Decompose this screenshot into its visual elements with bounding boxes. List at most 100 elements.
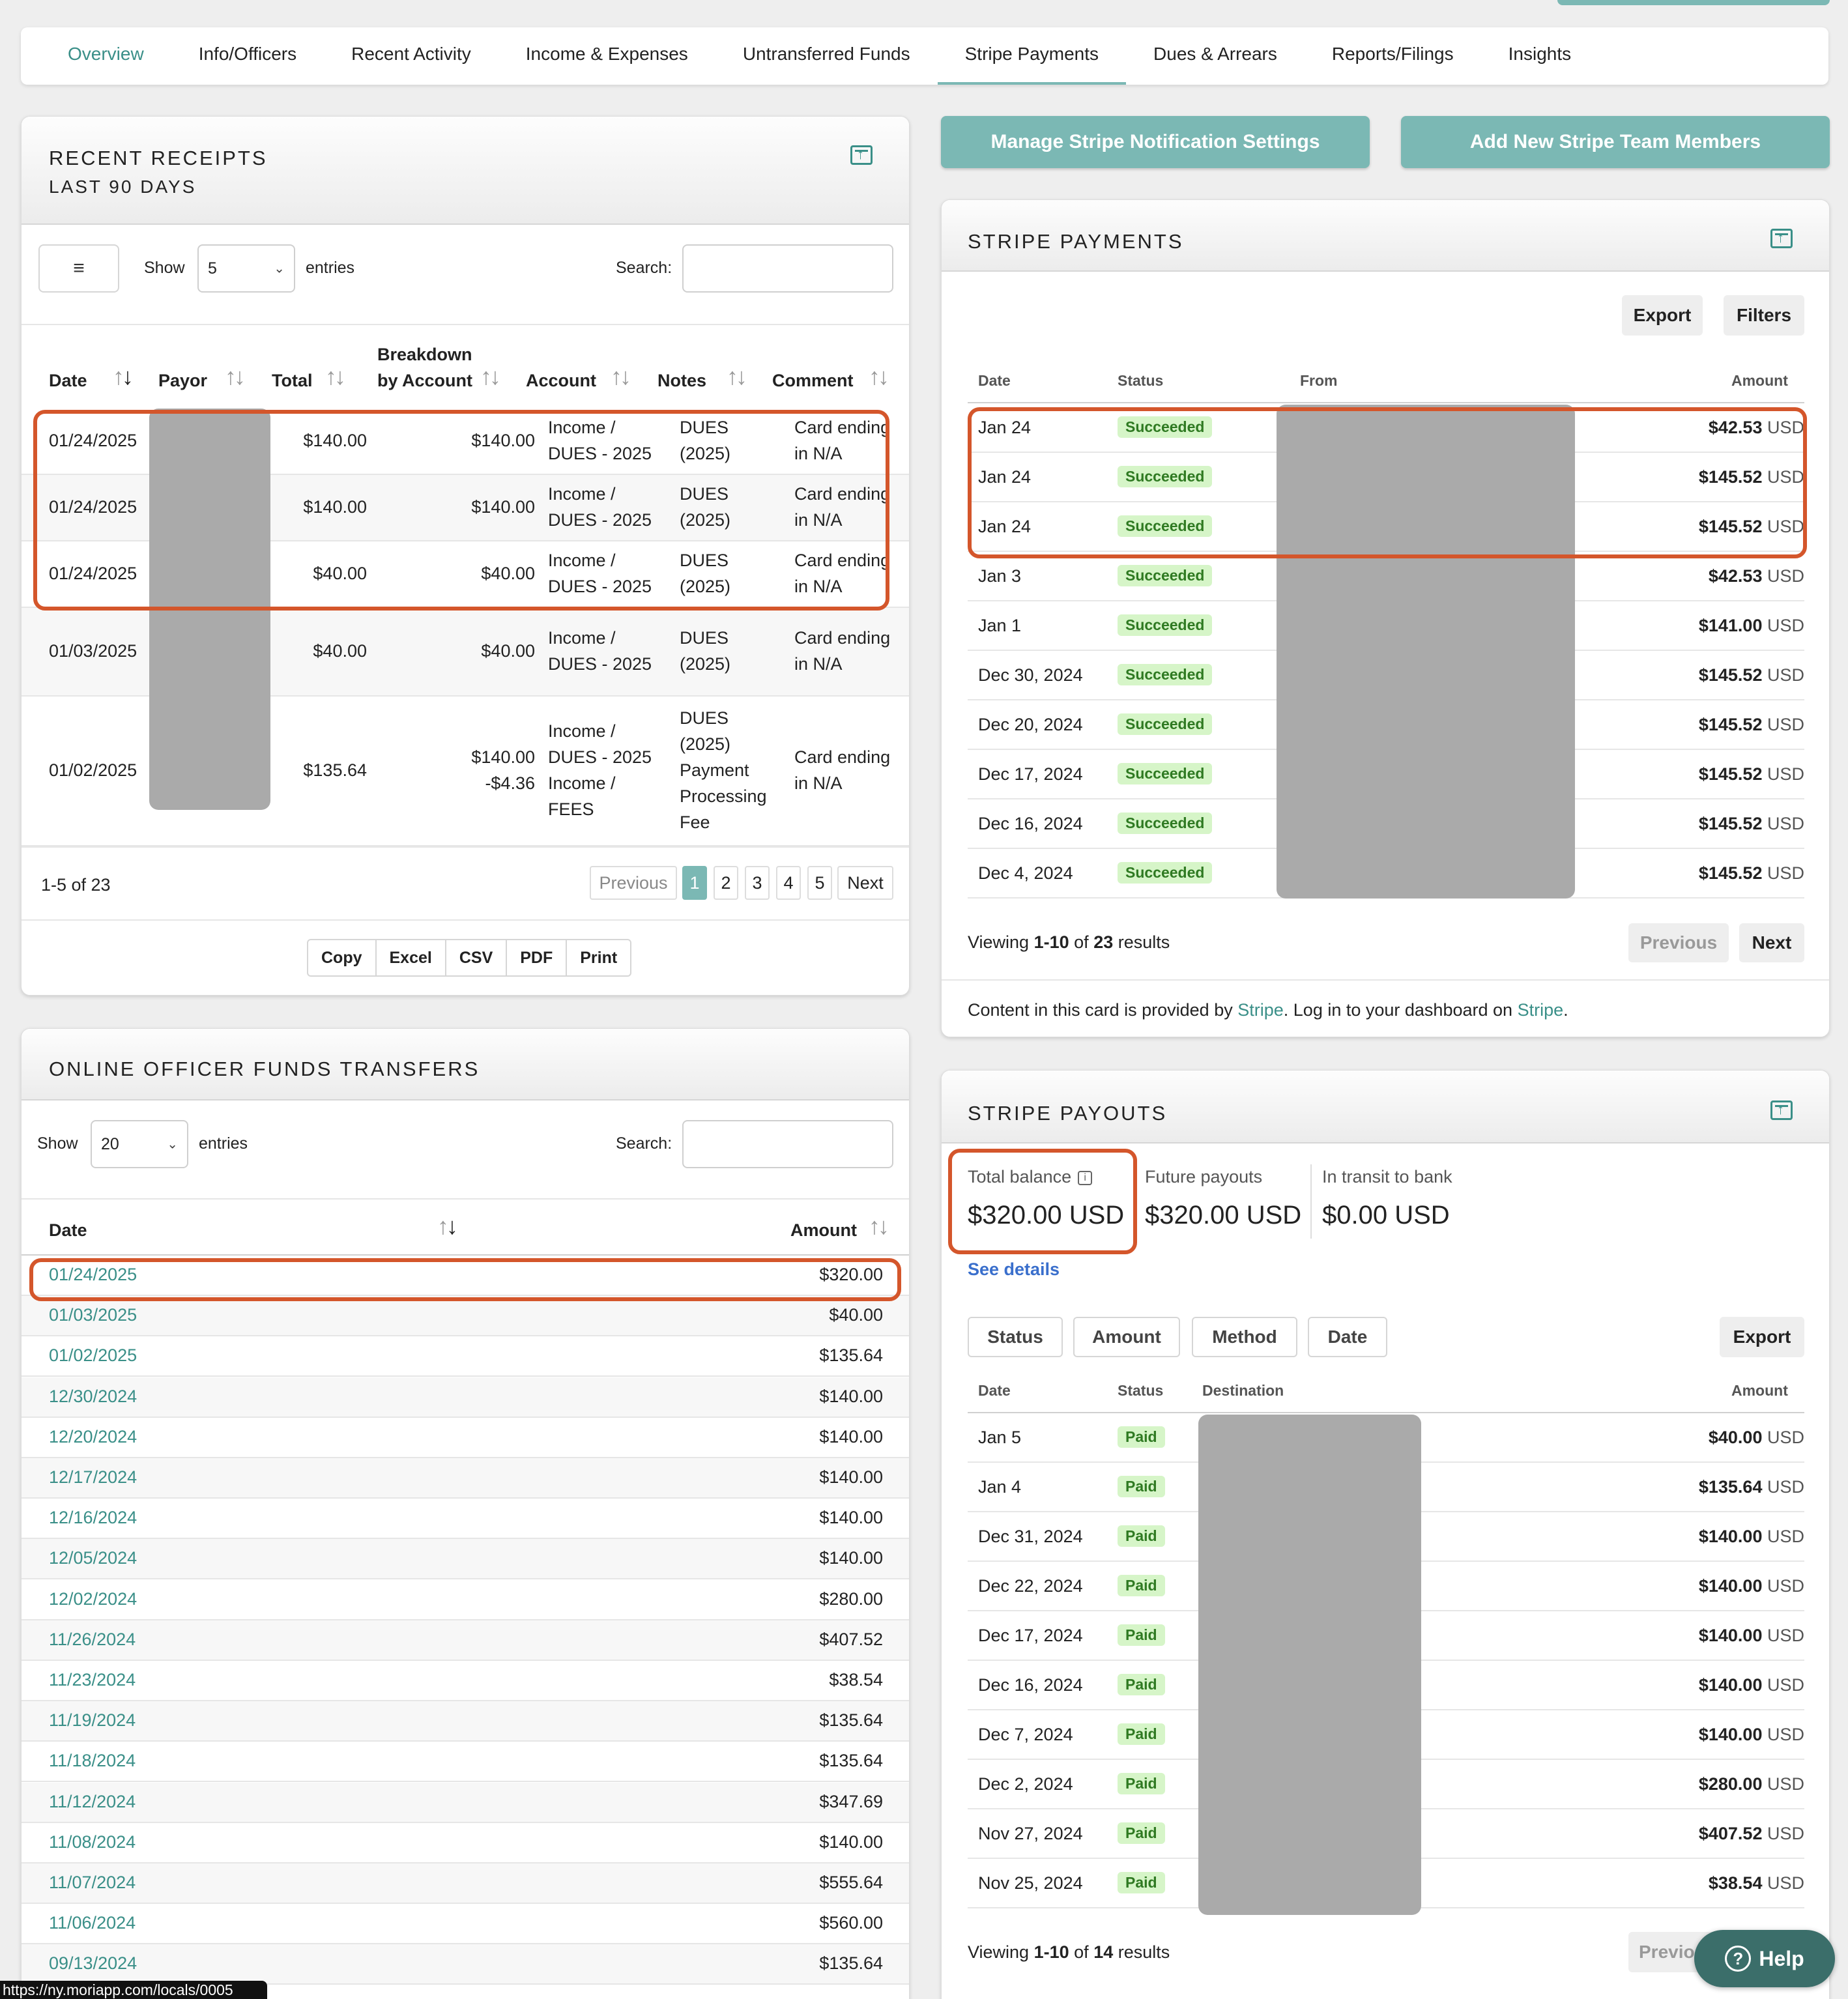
col-header-notes[interactable]: Notes: [657, 371, 706, 391]
sort-icon[interactable]: ↑↓: [727, 363, 747, 390]
transfer-date-link[interactable]: 11/06/2024: [49, 1913, 136, 1933]
amount-filter-button[interactable]: Amount: [1073, 1317, 1180, 1357]
page-button[interactable]: 5: [807, 866, 832, 900]
transfer-date-link[interactable]: 11/23/2024: [49, 1670, 136, 1690]
col-header-amount[interactable]: Amount: [790, 1220, 857, 1241]
col-header-total[interactable]: Total: [272, 371, 313, 391]
page-button[interactable]: 1: [682, 866, 707, 900]
entries-select[interactable]: 5 ⌄: [197, 244, 295, 293]
transfer-date-link[interactable]: 01/02/2025: [49, 1345, 137, 1366]
column-menu-button[interactable]: ≡: [38, 244, 119, 293]
help-button[interactable]: ? Help: [1694, 1930, 1835, 1987]
transfer-amount: $135.64: [819, 1345, 883, 1366]
popout-icon[interactable]: [1770, 229, 1793, 248]
export-button[interactable]: Export: [1622, 295, 1703, 336]
filters-button[interactable]: Filters: [1724, 295, 1804, 336]
transfer-date-link[interactable]: 11/26/2024: [49, 1630, 136, 1650]
transfer-date-link[interactable]: 09/13/2024: [49, 1953, 137, 1974]
transfer-date-link[interactable]: 12/30/2024: [49, 1387, 137, 1407]
col-header-breakdown[interactable]: Breakdown: [377, 345, 472, 365]
excel-button[interactable]: Excel: [377, 940, 446, 975]
next-button[interactable]: Next: [1739, 923, 1804, 962]
transfer-amount: $135.64: [819, 1953, 883, 1974]
pdf-button[interactable]: PDF: [507, 940, 568, 975]
tab-info-officers[interactable]: Info/Officers: [171, 27, 324, 85]
popout-icon[interactable]: [1770, 1100, 1793, 1120]
previous-page-button[interactable]: Previous: [590, 866, 677, 900]
payout-date: Jan 5: [978, 1428, 1022, 1447]
col-header-comment[interactable]: Comment: [772, 371, 854, 391]
stripe-link[interactable]: Stripe: [1237, 1000, 1284, 1020]
col-header-date[interactable]: Date: [49, 371, 87, 391]
add-team-members-button[interactable]: Add New Stripe Team Members: [1401, 116, 1830, 168]
copy-button[interactable]: Copy: [308, 940, 377, 975]
transfer-date-link[interactable]: 11/08/2024: [49, 1832, 136, 1852]
card-header: RECENT RECEIPTS LAST 90 DAYS: [22, 117, 909, 225]
table-summary: 1-5 of 23: [41, 875, 111, 895]
transfer-date-link[interactable]: 12/17/2024: [49, 1467, 137, 1488]
tab-stripe-payments[interactable]: Stripe Payments: [937, 27, 1127, 85]
col-header-account[interactable]: Account: [526, 371, 596, 391]
sort-icon[interactable]: ↑↓: [325, 363, 346, 390]
transfer-amount: $140.00: [819, 1386, 883, 1406]
search-input[interactable]: [682, 1120, 893, 1168]
sort-icon[interactable]: ↑↓: [869, 1213, 889, 1240]
transfer-date-link[interactable]: 12/02/2024: [49, 1589, 137, 1609]
status-badge: Paid: [1118, 1723, 1165, 1745]
date-filter-button[interactable]: Date: [1308, 1317, 1387, 1357]
entries-select[interactable]: 20 ⌄: [91, 1120, 188, 1168]
sort-icon[interactable]: ↑↓: [225, 363, 246, 390]
transfer-date-link[interactable]: 11/07/2024: [49, 1873, 136, 1893]
receipt-date: 01/03/2025: [49, 641, 137, 661]
export-button[interactable]: Export: [1720, 1317, 1804, 1357]
tab-untransferred-funds[interactable]: Untransferred Funds: [715, 27, 938, 85]
search-input[interactable]: [682, 244, 893, 293]
sort-icon[interactable]: ↑↓: [437, 1213, 458, 1240]
page-button[interactable]: 4: [776, 866, 801, 900]
manage-notification-settings-button[interactable]: Manage Stripe Notification Settings: [941, 116, 1370, 168]
tab-overview[interactable]: Overview: [40, 27, 171, 85]
future-payouts-value: $320.00 USD: [1145, 1201, 1302, 1230]
receipt-total: $40.00: [313, 641, 367, 661]
transfer-date-link[interactable]: 11/12/2024: [49, 1792, 136, 1812]
status-badge: Paid: [1118, 1872, 1165, 1893]
popout-icon[interactable]: [850, 145, 873, 165]
receipt-comment: Card ending: [794, 628, 891, 648]
transfer-date-link[interactable]: 11/19/2024: [49, 1710, 136, 1731]
csv-button[interactable]: CSV: [446, 940, 508, 975]
transfer-date-link[interactable]: 01/03/2025: [49, 1305, 137, 1325]
transfer-date-link[interactable]: 12/16/2024: [49, 1508, 137, 1528]
sort-icon[interactable]: ↑↓: [869, 363, 889, 390]
payment-date: Jan 1: [978, 616, 1022, 635]
status-badge: Paid: [1118, 1624, 1165, 1646]
status-filter-button[interactable]: Status: [968, 1317, 1063, 1357]
col-header-date[interactable]: Date: [49, 1220, 87, 1241]
sort-icon[interactable]: ↑↓: [611, 363, 631, 390]
stripe-link[interactable]: Stripe: [1518, 1000, 1564, 1020]
previous-button[interactable]: Previous: [1628, 923, 1729, 962]
tab-dues-arrears[interactable]: Dues & Arrears: [1126, 27, 1305, 85]
print-button[interactable]: Print: [567, 940, 630, 975]
nav-tabs: Overview Info/Officers Recent Activity Inco…: [21, 27, 1828, 85]
method-filter-button[interactable]: Method: [1192, 1317, 1297, 1357]
page-button[interactable]: 3: [745, 866, 770, 900]
payout-amount: $140.00 USD: [1698, 1576, 1804, 1596]
sort-icon[interactable]: ↑↓: [113, 363, 134, 390]
see-details-link[interactable]: See details: [968, 1259, 1060, 1280]
tab-income-expenses[interactable]: Income & Expenses: [498, 27, 715, 85]
payout-date: Nov 25, 2024: [978, 1873, 1083, 1893]
next-page-button[interactable]: Next: [837, 866, 893, 900]
transfer-date-link[interactable]: 12/05/2024: [49, 1548, 137, 1568]
transfer-date-link[interactable]: 11/18/2024: [49, 1751, 136, 1771]
tab-reports-filings[interactable]: Reports/Filings: [1305, 27, 1481, 85]
results-summary: Viewing 1-10 of 23 results: [968, 932, 1170, 952]
receipt-breakdown: $40.00: [481, 641, 535, 661]
top-button-edge[interactable]: [1557, 0, 1830, 5]
tab-insights[interactable]: Insights: [1481, 27, 1599, 85]
col-header-payor[interactable]: Payor: [158, 371, 207, 391]
payment-amount: $145.52 USD: [1698, 715, 1804, 734]
tab-recent-activity[interactable]: Recent Activity: [324, 27, 498, 85]
transfer-date-link[interactable]: 12/20/2024: [49, 1427, 137, 1447]
page-button[interactable]: 2: [714, 866, 738, 900]
sort-icon[interactable]: ↑↓: [480, 363, 501, 390]
